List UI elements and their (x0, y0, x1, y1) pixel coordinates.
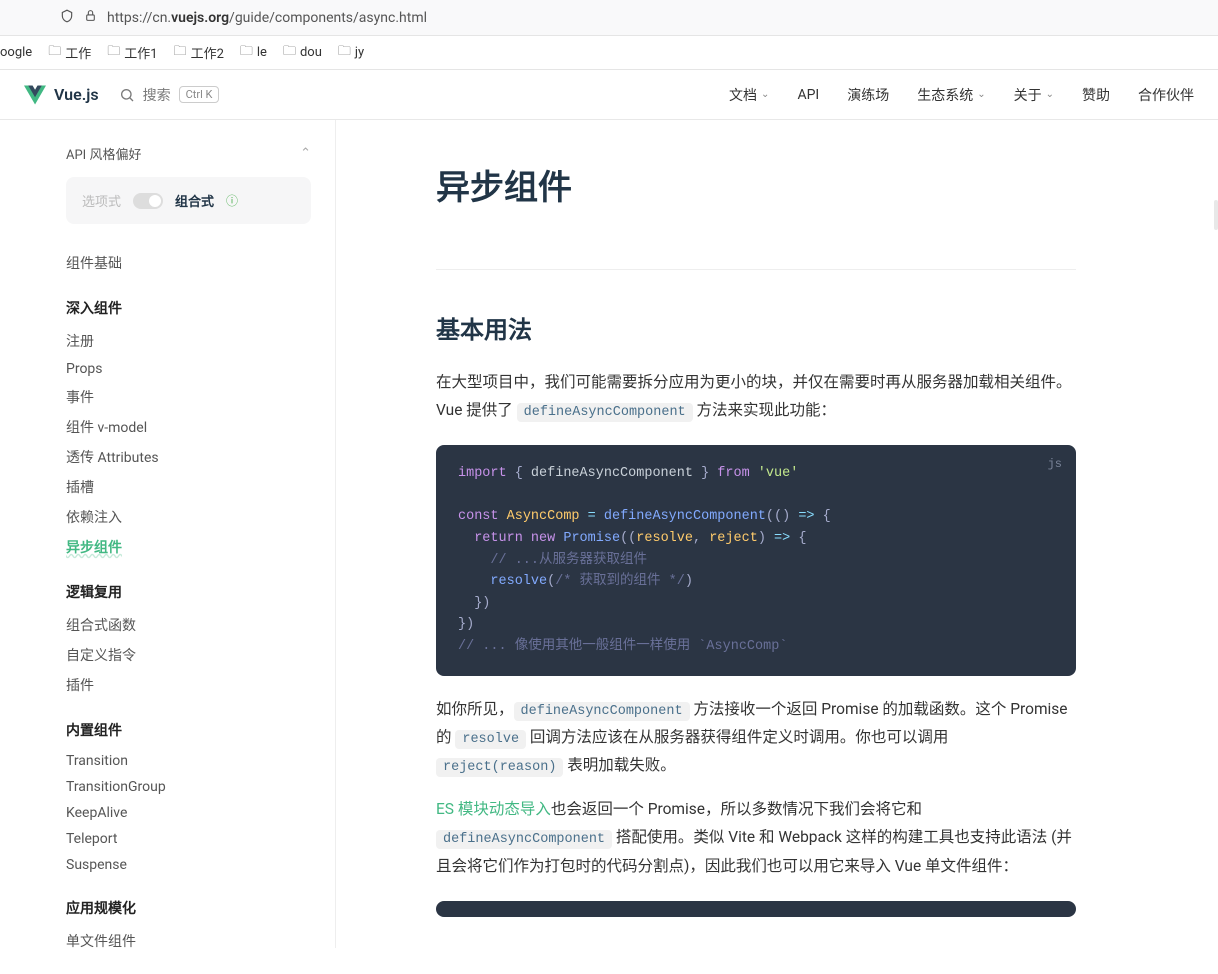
nav-api[interactable]: API (797, 85, 819, 105)
api-preference-toggle-header[interactable]: API 风格偏好 ⌃ (66, 144, 311, 163)
bookmark-item[interactable]: 🗀dou (283, 42, 322, 64)
bookmark-item[interactable]: 🗀jy (338, 42, 364, 64)
sidebar-section-builtin: 内置组件 (66, 720, 311, 740)
toggle-switch[interactable] (133, 193, 163, 209)
sidebar-item[interactable]: Props (66, 356, 311, 382)
scroll-indicator (1214, 200, 1218, 230)
chevron-down-icon: ⌄ (977, 89, 985, 100)
toggle-option-composition: 组合式 (175, 191, 214, 210)
help-icon[interactable]: ⓘ (226, 192, 238, 209)
sidebar-item-async-active[interactable]: 异步组件 (66, 532, 311, 562)
sidebar-item[interactable]: 依赖注入 (66, 502, 311, 532)
code-block-partial (436, 901, 1076, 917)
sidebar-section-scale: 应用规模化 (66, 898, 311, 918)
shield-icon (60, 9, 74, 27)
sidebar-item[interactable]: 组合式函数 (66, 610, 311, 640)
bookmarks-bar: oogle 🗀工作 🗀工作1 🗀工作2 🗀le 🗀dou 🗀jy (0, 36, 1218, 70)
article-content: 异步组件 基本用法 在大型项目中，我们可能需要拆分应用为更小的块，并仅在需要时再… (336, 120, 1156, 974)
folder-icon: 🗀 (174, 42, 187, 64)
search-trigger[interactable]: 搜索 Ctrl K (119, 85, 220, 105)
sidebar-item[interactable]: 透传 Attributes (66, 442, 311, 472)
browser-address-bar: https://cn.vuejs.org/guide/components/as… (0, 0, 1218, 36)
toggle-option-options: 选项式 (82, 191, 121, 210)
bookmark-item[interactable]: 🗀工作2 (174, 42, 224, 64)
inline-code: defineAsyncComponent (514, 702, 690, 721)
bookmark-item[interactable]: oogle (0, 45, 32, 60)
code-block: jsimport { defineAsyncComponent } from '… (436, 445, 1076, 675)
folder-icon: 🗀 (338, 42, 351, 64)
inline-code: defineAsyncComponent (517, 403, 693, 422)
sidebar-item[interactable]: 事件 (66, 382, 311, 412)
paragraph: 在大型项目中，我们可能需要拆分应用为更小的块，并仅在需要时再从服务器加载相关组件… (436, 369, 1076, 425)
main-nav: 文档⌄ API 演练场 生态系统⌄ 关于⌄ 赞助 合作伙伴 (729, 85, 1194, 105)
url-text[interactable]: https://cn.vuejs.org/guide/components/as… (107, 10, 427, 26)
nav-docs[interactable]: 文档⌄ (729, 85, 769, 105)
sidebar-item[interactable]: Suspense (66, 852, 311, 878)
folder-icon: 🗀 (107, 42, 120, 64)
chevron-up-icon: ⌃ (300, 146, 311, 161)
bookmark-item[interactable]: 🗀le (240, 42, 267, 64)
link-es-dynamic-import[interactable]: ES 模块动态导入 (436, 800, 551, 818)
nav-about[interactable]: 关于⌄ (1014, 85, 1054, 105)
bookmark-item[interactable]: 🗀工作 (48, 42, 91, 64)
inline-code: resolve (455, 730, 526, 749)
sidebar-item-component-basics[interactable]: 组件基础 (66, 248, 311, 278)
sidebar-item[interactable]: 插件 (66, 670, 311, 700)
sidebar-item[interactable]: 自定义指令 (66, 640, 311, 670)
folder-icon: 🗀 (48, 42, 61, 64)
search-icon (119, 87, 135, 103)
sidebar-item[interactable]: TransitionGroup (66, 774, 311, 800)
sidebar-item[interactable]: KeepAlive (66, 800, 311, 826)
sidebar-item[interactable]: Transition (66, 748, 311, 774)
sidebar-section-reuse: 逻辑复用 (66, 582, 311, 602)
folder-icon: 🗀 (240, 42, 253, 64)
lock-icon (84, 9, 97, 26)
sidebar-section-deep: 深入组件 (66, 298, 311, 318)
paragraph: 如你所见，defineAsyncComponent 方法接收一个返回 Promi… (436, 696, 1076, 781)
site-logo[interactable]: Vue.js (24, 84, 99, 106)
search-kbd: Ctrl K (179, 86, 220, 103)
chevron-down-icon: ⌄ (761, 89, 769, 100)
section-heading-basic: 基本用法 (436, 269, 1076, 345)
sidebar-item[interactable]: 注册 (66, 326, 311, 356)
sidebar-item[interactable]: 插槽 (66, 472, 311, 502)
bookmark-item[interactable]: 🗀工作1 (107, 42, 157, 64)
code-lang-badge: js (1048, 455, 1062, 474)
paragraph: ES 模块动态导入也会返回一个 Promise，所以多数情况下我们会将它和 de… (436, 796, 1076, 880)
sidebar-item[interactable]: 组件 v-model (66, 412, 311, 442)
chevron-down-icon: ⌄ (1046, 89, 1054, 100)
nav-partners[interactable]: 合作伙伴 (1138, 85, 1194, 105)
page-title: 异步组件 (436, 160, 1076, 209)
sidebar-item[interactable]: Teleport (66, 826, 311, 852)
inline-code: defineAsyncComponent (436, 830, 612, 849)
inline-code: reject(reason) (436, 758, 563, 777)
sidebar-item[interactable]: 单文件组件 (66, 926, 311, 948)
sidebar: API 风格偏好 ⌃ 选项式 组合式 ⓘ 组件基础 深入组件 注册 Props … (0, 120, 336, 948)
api-style-toggle[interactable]: 选项式 组合式 ⓘ (66, 177, 311, 224)
nav-sponsor[interactable]: 赞助 (1082, 85, 1110, 105)
folder-icon: 🗀 (283, 42, 296, 64)
nav-ecosystem[interactable]: 生态系统⌄ (917, 85, 985, 105)
nav-playground[interactable]: 演练场 (847, 85, 889, 105)
site-header: Vue.js 搜索 Ctrl K 文档⌄ API 演练场 生态系统⌄ 关于⌄ 赞… (0, 70, 1218, 120)
vue-logo-icon (24, 84, 46, 106)
